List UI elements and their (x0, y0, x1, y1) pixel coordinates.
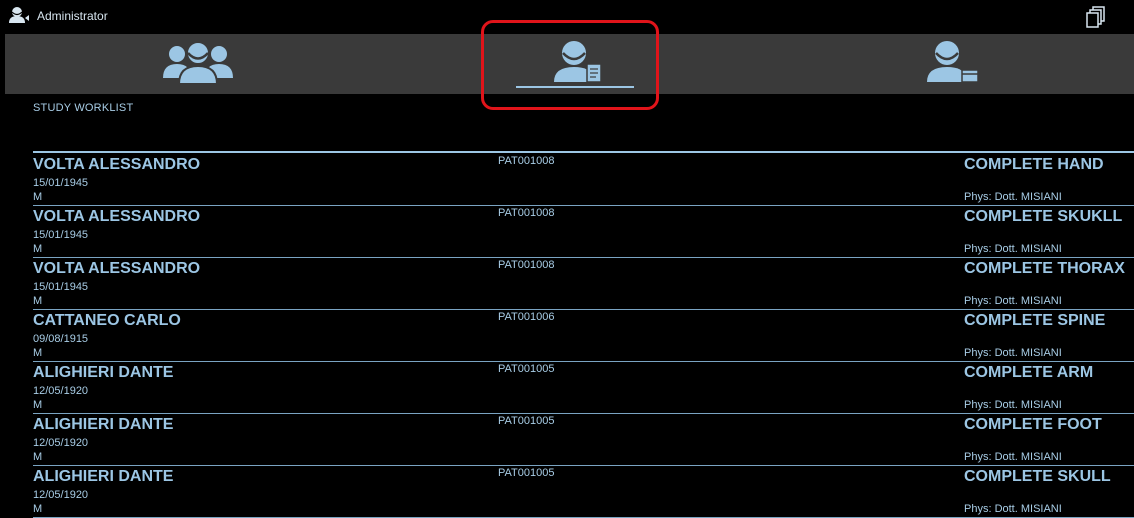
birth-date: 09/08/1915 (33, 333, 89, 345)
birth-date: 12/05/1920 (33, 489, 89, 501)
exam-name: COMPLETE HAND (964, 156, 1104, 173)
patient-name: VOLTA ALESSANDRO (33, 156, 201, 173)
table-row[interactable]: ALIGHIERI DANTE 12/05/1920 M PAT001005 COMPL… (0, 412, 1134, 466)
physician-name: Phys: Dott. MISIANI (964, 243, 1062, 255)
table-row[interactable]: VOLTA ALESSANDRO 15/01/1945 M PAT001008 COMP… (0, 152, 1134, 206)
patient-name: VOLTA ALESSANDRO (33, 208, 201, 225)
exam-name: COMPLETE SKUKLL (964, 208, 1123, 225)
birth-date: 12/05/1920 (33, 437, 89, 449)
patient-sex: M (33, 503, 43, 515)
patient-id: PAT001008 (498, 207, 555, 219)
exam-name: COMPLETE FOOT (964, 416, 1102, 433)
tab-patients-group[interactable] (5, 34, 388, 94)
patient-sex: M (33, 243, 43, 255)
exam-name: COMPLETE SKULL (964, 468, 1111, 485)
page-title: STUDY WORKLIST (33, 102, 134, 114)
physician-name: Phys: Dott. MISIANI (964, 347, 1062, 359)
physician-name: Phys: Dott. MISIANI (964, 399, 1062, 411)
user-icon (9, 7, 29, 23)
users-group-icon (163, 41, 233, 84)
patient-name: CATTANEO CARLO (33, 312, 181, 329)
window-switch-icon[interactable] (1086, 6, 1106, 28)
tab-patient-detail[interactable] (763, 34, 1134, 94)
table-row[interactable]: ALIGHIERI DANTE 12/05/1920 M PAT001005 COMPL… (0, 360, 1134, 414)
table-row[interactable]: ALIGHIERI DANTE 12/05/1920 M PAT001005 COMPL… (0, 464, 1134, 518)
physician-name: Phys: Dott. MISIANI (964, 295, 1062, 307)
patient-id: PAT001005 (498, 415, 555, 427)
patient-sex: M (33, 191, 43, 203)
patient-card-icon (927, 41, 979, 83)
patient-id: PAT001006 (498, 311, 555, 323)
exam-name: COMPLETE THORAX (964, 260, 1125, 277)
birth-date: 12/05/1920 (33, 385, 89, 397)
birth-date: 15/01/1945 (33, 229, 89, 241)
birth-date: 15/01/1945 (33, 177, 89, 189)
patient-sex: M (33, 399, 43, 411)
exam-name: COMPLETE ARM (964, 364, 1094, 381)
patient-id: PAT001008 (498, 155, 555, 167)
app-title: Administrator (37, 9, 108, 23)
patient-id: PAT001008 (498, 259, 555, 271)
highlight-annotation (481, 20, 659, 110)
patient-sex: M (33, 347, 43, 359)
physician-name: Phys: Dott. MISIANI (964, 451, 1062, 463)
patient-id: PAT001005 (498, 363, 555, 375)
patient-sex: M (33, 295, 43, 307)
patient-name: ALIGHIERI DANTE (33, 468, 174, 485)
patient-name: VOLTA ALESSANDRO (33, 260, 201, 277)
patient-name: ALIGHIERI DANTE (33, 364, 174, 381)
physician-name: Phys: Dott. MISIANI (964, 191, 1062, 203)
physician-name: Phys: Dott. MISIANI (964, 503, 1062, 515)
patient-sex: M (33, 451, 43, 463)
patient-id: PAT001005 (498, 467, 555, 479)
table-row[interactable]: CATTANEO CARLO 09/08/1915 M PAT001006 COMPLE… (0, 308, 1134, 362)
birth-date: 15/01/1945 (33, 281, 89, 293)
table-row[interactable]: VOLTA ALESSANDRO 15/01/1945 M PAT001008 COMP… (0, 204, 1134, 258)
table-row[interactable]: VOLTA ALESSANDRO 15/01/1945 M PAT001008 COMP… (0, 256, 1134, 310)
exam-name: COMPLETE SPINE (964, 312, 1106, 329)
patient-name: ALIGHIERI DANTE (33, 416, 174, 433)
